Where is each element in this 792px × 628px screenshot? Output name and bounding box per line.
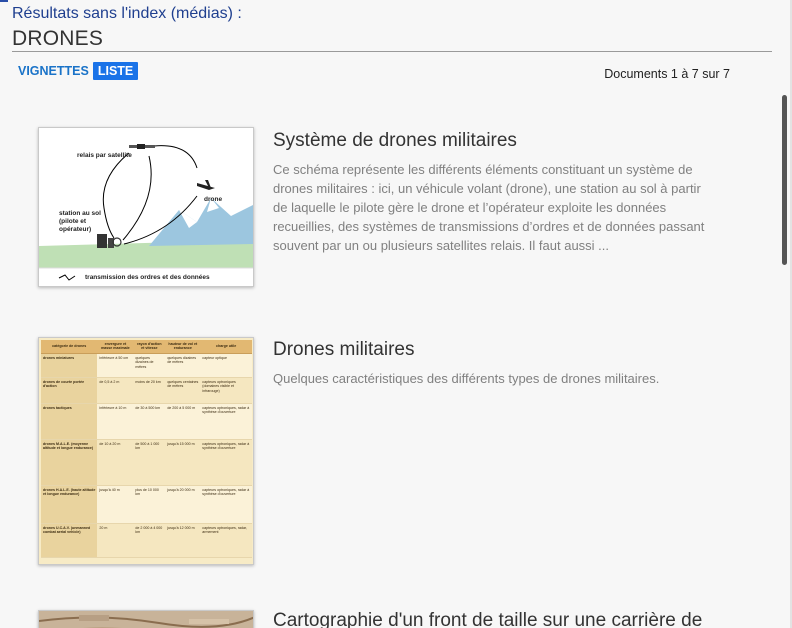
table-header: charge utile [200,340,252,354]
table-cell: capteurs optroniques, radar à synthèse d… [200,485,252,524]
diagram-label-satellite: relais par satellite [77,152,132,159]
result-thumbnail[interactable]: relais par satellite drone station au so… [38,127,254,287]
table-cell: de 200 à 5 000 m [165,403,201,440]
table-header: envergure et masse maximale [97,340,134,354]
table-cell: inférieure à 10 m [97,403,134,440]
table-header: catégorie de drones [41,340,98,354]
table-cell: drones M.A.L.E. (moyenne altitude et lon… [41,439,98,486]
result-title[interactable]: Drones militaires [273,339,414,361]
result-title[interactable]: Système de drones militaires [273,130,517,152]
divider [12,51,772,52]
table-cell: inférieure à 50 cm [97,353,134,378]
table-cell: drones tactiques [41,403,98,440]
corner-mark [0,0,8,2]
list-view-button[interactable]: LISTE [92,62,139,80]
table-cell: de 10 à 20 m [97,439,134,486]
table-header: rayon d'action et vitesse [133,340,166,354]
view-toggle: VIGNETTES LISTE [18,62,139,80]
result-thumbnail[interactable]: catégorie de drones envergure et masse m… [38,337,254,565]
table-cell: capteurs optroniques, radar à synthèse d… [200,403,252,440]
table-cell: jusqu'à 15 000 m [165,439,201,486]
result-thumbnail[interactable] [38,610,254,628]
table-cell: de 30 à 500 km [133,403,166,440]
table-row: drones tactiques inférieure à 10 m de 30… [41,403,252,440]
scrollbar[interactable] [782,95,787,265]
table-cell: capteurs optroniques (domaines visible e… [200,377,252,404]
table-cell: jusqu'à 12 000 m [165,523,201,558]
table-cell: 20 m [97,523,134,558]
diagram-label-legend: transmission des ordres et des données [85,274,210,281]
table-row: drones U.C.A.V. (unmanned combat aerial … [41,523,252,558]
result-description: Quelques caractéristiques des différents… [273,371,660,386]
result-title[interactable]: Cartographie d'un front de taille sur un… [273,610,702,628]
table-cell: drones miniatures [41,353,98,378]
characteristics-table: catégorie de drones envergure et masse m… [41,340,252,558]
table-row: drones M.A.L.E. (moyenne altitude et lon… [41,439,252,486]
diagram-label-station: station au sol (pilote et opérateur) [59,210,101,233]
table-cell: capteurs optroniques, radar, armement [200,523,252,558]
table-row: drones H.A.L.E. (haute altitude et longu… [41,485,252,524]
table-cell: de 2 000 à 4 000 km [133,523,166,558]
table-cell: moins de 20 km [133,377,166,404]
table-cell: de 0,5 à 2 m [97,377,134,404]
table-row: drones de courte portée d'action de 0,5 … [41,377,252,404]
table-cell: capteur optique [200,353,252,378]
table-row: drones miniatures inférieure à 50 cm que… [41,353,252,378]
table-cell: drones de courte portée d'action [41,377,98,404]
search-query: DRONES [12,27,104,50]
table-cell: quelques dizaines de mètres [133,353,166,378]
drone-system-diagram [39,128,253,286]
table-cell: capteurs optroniques, radar à synthèse d… [200,439,252,486]
table-header: hauteur de vol et endurance [165,340,201,354]
table-cell: drones U.C.A.V. (unmanned combat aerial … [41,523,98,558]
table-cell: jusqu'à 40 m [97,485,134,524]
diagram-label-drone: drone [204,196,223,203]
table-cell: quelques centaines de mètres [165,377,201,404]
grid-view-button[interactable]: VIGNETTES [18,62,93,80]
table-cell: jusqu'à 20 000 m [165,485,201,524]
quarry-map-image [39,611,253,628]
results-page: Résultats sans l'index (médias) : DRONES… [0,0,792,628]
result-description: Ce schéma représente les différents élém… [273,162,705,253]
table-cell: plus de 10 000 km [133,485,166,524]
table-cell: de 500 à 1 000 km [133,439,166,486]
table-cell: quelques dizaines de mètres [165,353,201,378]
table-cell: drones H.A.L.E. (haute altitude et longu… [41,485,98,524]
results-heading: Résultats sans l'index (médias) : [12,5,242,22]
document-count: Documents 1 à 7 sur 7 [604,67,730,81]
